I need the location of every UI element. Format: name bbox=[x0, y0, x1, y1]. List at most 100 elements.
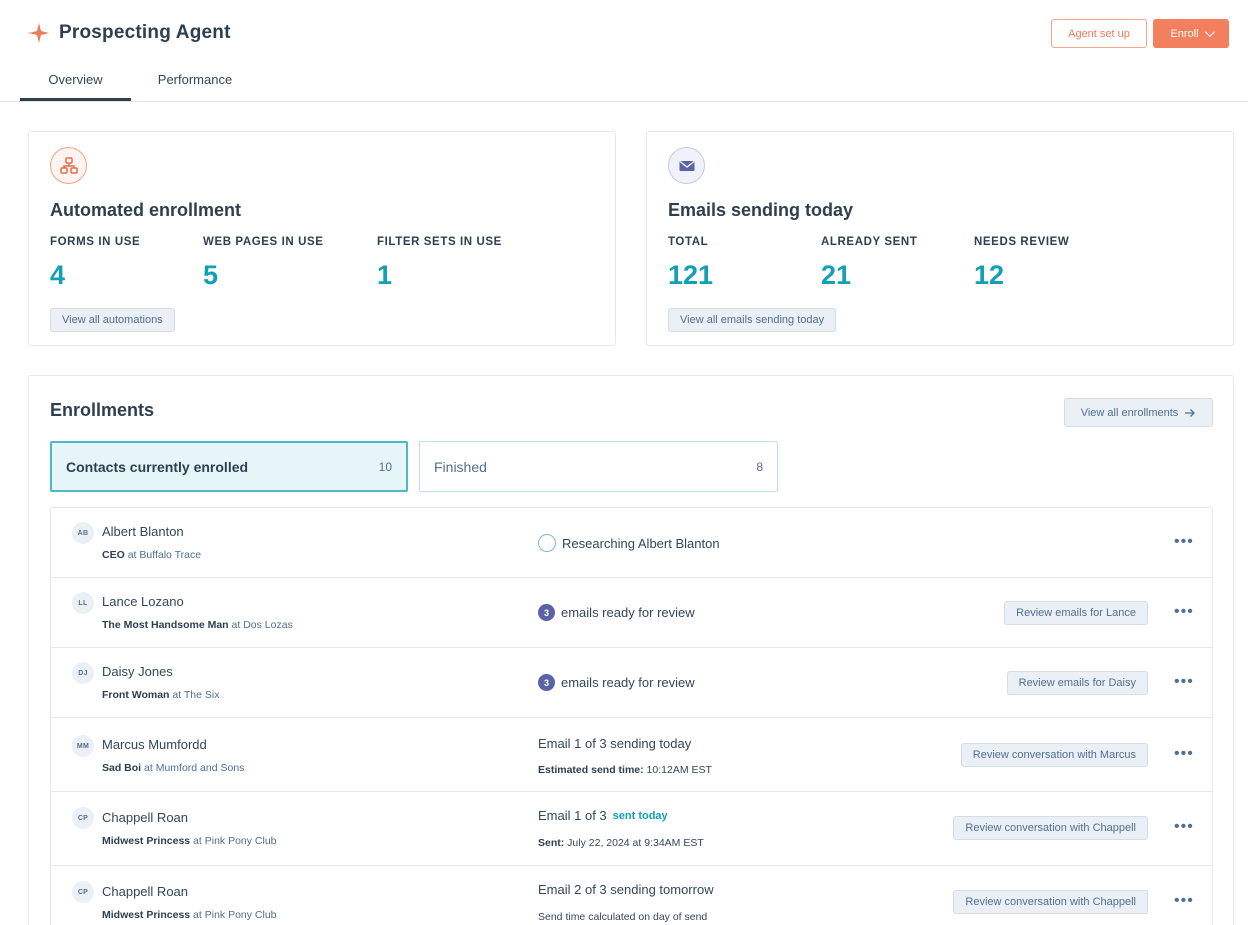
contact-name[interactable]: Chappell Roan bbox=[102, 884, 188, 899]
sparkle-icon bbox=[27, 23, 49, 43]
stat-value: 5 bbox=[203, 260, 219, 290]
count-badge: 3 bbox=[538, 674, 555, 691]
contact-role: The Most Handsome Man at Dos Lozas bbox=[102, 619, 293, 631]
detail-label: Sent: bbox=[538, 837, 565, 849]
status: Email 2 of 3 sending tomorrow bbox=[538, 882, 714, 897]
stat-label: FORMS IN USE bbox=[50, 236, 141, 248]
page-header: Prospecting Agent Agent set up Enroll Ov… bbox=[0, 0, 1248, 102]
list-item[interactable]: LL Lance Lozano The Most Handsome Man at… bbox=[51, 578, 1212, 648]
stat-web-pages: WEB PAGES IN USE 5 bbox=[203, 236, 377, 291]
header-divider bbox=[0, 101, 1248, 102]
researching-spinner-icon bbox=[538, 534, 556, 552]
stat-already-sent: ALREADY SENT 21 bbox=[821, 236, 974, 291]
segment-finished[interactable]: Finished 8 bbox=[419, 441, 778, 492]
stat-label: WEB PAGES IN USE bbox=[203, 236, 324, 248]
company-name: Dos Lozas bbox=[243, 619, 293, 631]
contact-name[interactable]: Albert Blanton bbox=[102, 524, 184, 539]
view-all-emails-button[interactable]: View all emails sending today bbox=[668, 308, 837, 332]
more-actions-button[interactable]: ••• bbox=[1174, 745, 1194, 763]
company-name: Pink Pony Club bbox=[204, 835, 277, 847]
list-item[interactable]: DJ Daisy Jones Front Woman at The Six 3 … bbox=[51, 648, 1212, 718]
review-conversation-button[interactable]: Review conversation with Chappell bbox=[953, 816, 1148, 840]
avatar: LL bbox=[72, 592, 94, 614]
contact-name[interactable]: Lance Lozano bbox=[102, 594, 184, 609]
status-text: emails ready for review bbox=[561, 605, 695, 620]
company-name: The Six bbox=[183, 689, 220, 701]
avatar: DJ bbox=[72, 662, 94, 684]
avatar: MM bbox=[72, 735, 94, 757]
segment-label: Finished bbox=[434, 458, 487, 475]
stat-value: 12 bbox=[974, 260, 1005, 290]
more-actions-button[interactable]: ••• bbox=[1174, 603, 1194, 621]
more-actions-button[interactable]: ••• bbox=[1174, 673, 1194, 691]
agent-setup-button[interactable]: Agent set up bbox=[1051, 19, 1147, 48]
segment-count: 10 bbox=[378, 459, 392, 474]
list-item[interactable]: CP Chappell Roan Midwest Princess at Pin… bbox=[51, 792, 1212, 866]
contact-role: Midwest Princess at Pink Pony Club bbox=[102, 909, 277, 921]
review-emails-button[interactable]: Review emails for Lance bbox=[1004, 601, 1148, 625]
stat-forms: FORMS IN USE 4 bbox=[50, 236, 203, 291]
company-name: Pink Pony Club bbox=[204, 909, 277, 921]
stat-value: 4 bbox=[50, 260, 66, 290]
enroll-button[interactable]: Enroll bbox=[1153, 19, 1229, 48]
sent-today-label: sent today bbox=[612, 809, 668, 822]
stats-row: TOTAL 121 ALREADY SENT 21 NEEDS REVIEW 1… bbox=[668, 236, 1144, 291]
workflow-icon bbox=[50, 147, 87, 184]
status: Email 1 of 3 sent today bbox=[538, 808, 668, 823]
job-title: CEO bbox=[102, 549, 125, 561]
status-text: Email 2 of 3 sending tomorrow bbox=[538, 882, 714, 897]
stat-label: FILTER SETS IN USE bbox=[377, 236, 502, 248]
list-item[interactable]: MM Marcus Mumfordd Sad Boi at Mumford an… bbox=[51, 718, 1212, 792]
review-emails-button[interactable]: Review emails for Daisy bbox=[1006, 671, 1148, 695]
more-actions-button[interactable]: ••• bbox=[1174, 892, 1194, 910]
contact-role: Front Woman at The Six bbox=[102, 689, 220, 701]
enrollment-list: AB Albert Blanton CEO at Buffalo Trace R… bbox=[50, 507, 1213, 925]
list-item[interactable]: AB Albert Blanton CEO at Buffalo Trace R… bbox=[51, 508, 1212, 578]
stat-label: ALREADY SENT bbox=[821, 236, 918, 248]
contact-name[interactable]: Chappell Roan bbox=[102, 810, 188, 825]
tab-performance[interactable]: Performance bbox=[131, 62, 259, 101]
status-text: Email 1 of 3 sending today bbox=[538, 736, 692, 751]
avatar: CP bbox=[72, 807, 94, 829]
view-all-automations-button[interactable]: View all automations bbox=[50, 308, 175, 332]
contact-role: Midwest Princess at Pink Pony Club bbox=[102, 835, 277, 847]
tab-overview[interactable]: Overview bbox=[20, 62, 131, 101]
contact-role: CEO at Buffalo Trace bbox=[102, 549, 201, 561]
status-text: Researching Albert Blanton bbox=[562, 535, 720, 551]
status: 3 emails ready for review bbox=[538, 604, 695, 621]
job-title: Midwest Princess bbox=[102, 835, 191, 847]
stat-value: 1 bbox=[377, 260, 393, 290]
at-word: at bbox=[231, 619, 241, 631]
job-title: Midwest Princess bbox=[102, 909, 191, 921]
review-conversation-button[interactable]: Review conversation with Chappell bbox=[953, 890, 1148, 914]
more-actions-button[interactable]: ••• bbox=[1174, 533, 1194, 551]
at-word: at bbox=[144, 762, 153, 774]
status: Email 1 of 3 sending today bbox=[538, 736, 691, 751]
segment-currently-enrolled[interactable]: Contacts currently enrolled 10 bbox=[50, 441, 408, 492]
status: Researching Albert Blanton bbox=[538, 534, 720, 552]
status: 3 emails ready for review bbox=[538, 674, 695, 691]
view-all-enrollments-label: View all enrollments bbox=[1080, 406, 1179, 419]
job-title: Sad Boi bbox=[102, 762, 142, 774]
stat-label: TOTAL bbox=[668, 236, 709, 248]
status-detail: Sent: July 22, 2024 at 9:34AM EST bbox=[538, 837, 704, 849]
avatar: AB bbox=[72, 522, 94, 544]
contact-name[interactable]: Marcus Mumfordd bbox=[102, 737, 207, 752]
detail-value: 10:12AM EST bbox=[646, 764, 712, 776]
view-all-enrollments-button[interactable]: View all enrollments bbox=[1064, 398, 1213, 427]
stat-filter-sets: FILTER SETS IN USE 1 bbox=[377, 236, 547, 291]
segment-count: 8 bbox=[756, 459, 763, 474]
more-actions-button[interactable]: ••• bbox=[1174, 818, 1194, 836]
detail-label: Estimated send time: bbox=[538, 764, 644, 776]
at-word: at bbox=[172, 689, 182, 701]
enrollments-panel: Enrollments View all enrollments Contact… bbox=[28, 375, 1234, 925]
review-conversation-button[interactable]: Review conversation with Marcus bbox=[960, 743, 1148, 767]
at-word: at bbox=[127, 549, 137, 561]
status-detail: Send time calculated on day of send bbox=[538, 911, 708, 923]
card-title: Emails sending today bbox=[668, 200, 854, 220]
contact-role: Sad Boi at Mumford and Sons bbox=[102, 762, 244, 774]
list-item[interactable]: CP Chappell Roan Midwest Princess at Pin… bbox=[51, 866, 1212, 925]
stats-row: FORMS IN USE 4 WEB PAGES IN USE 5 FILTER… bbox=[50, 236, 547, 291]
contact-name[interactable]: Daisy Jones bbox=[102, 664, 173, 679]
tab-bar: Overview Performance bbox=[20, 62, 259, 102]
